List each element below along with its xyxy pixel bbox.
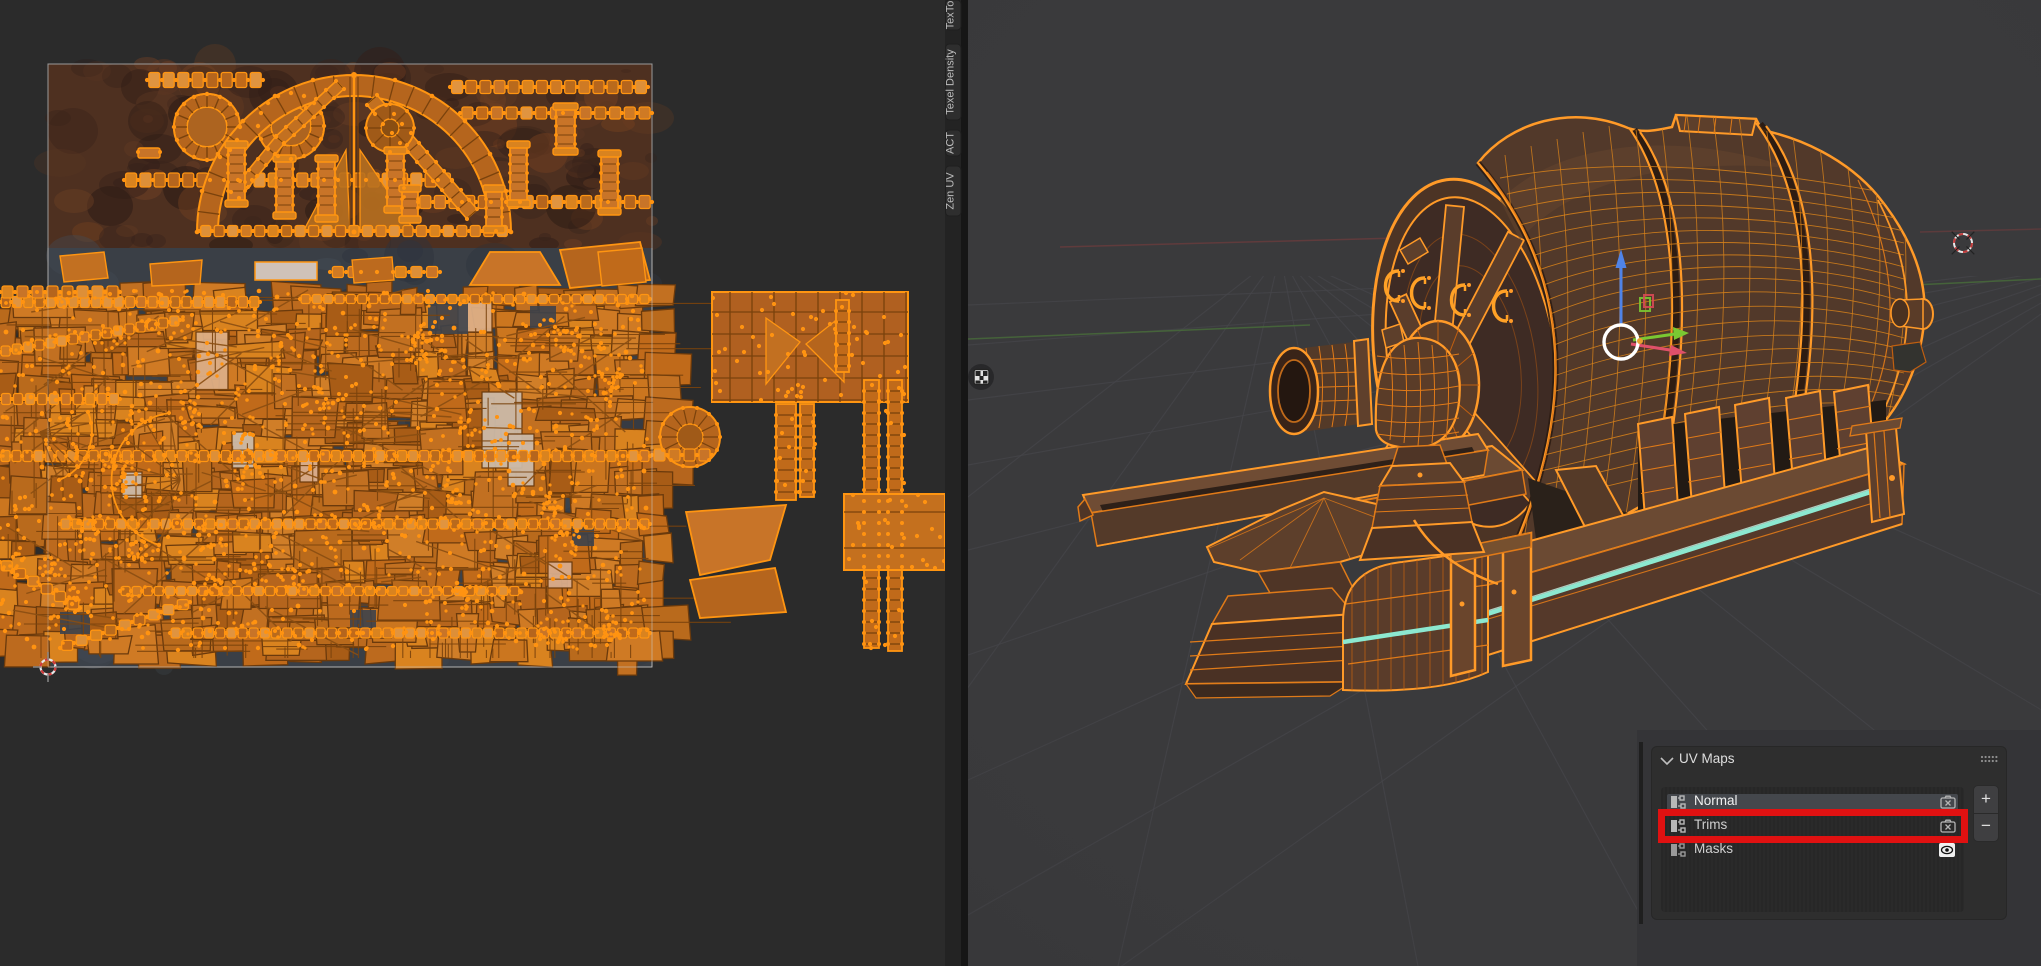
svg-text:Zen UV: Zen UV	[945, 172, 957, 210]
svg-text:Texel Density: Texel Density	[945, 49, 957, 115]
svg-text:TexTo: TexTo	[945, 1, 957, 30]
svg-text:ACT: ACT	[945, 132, 957, 154]
